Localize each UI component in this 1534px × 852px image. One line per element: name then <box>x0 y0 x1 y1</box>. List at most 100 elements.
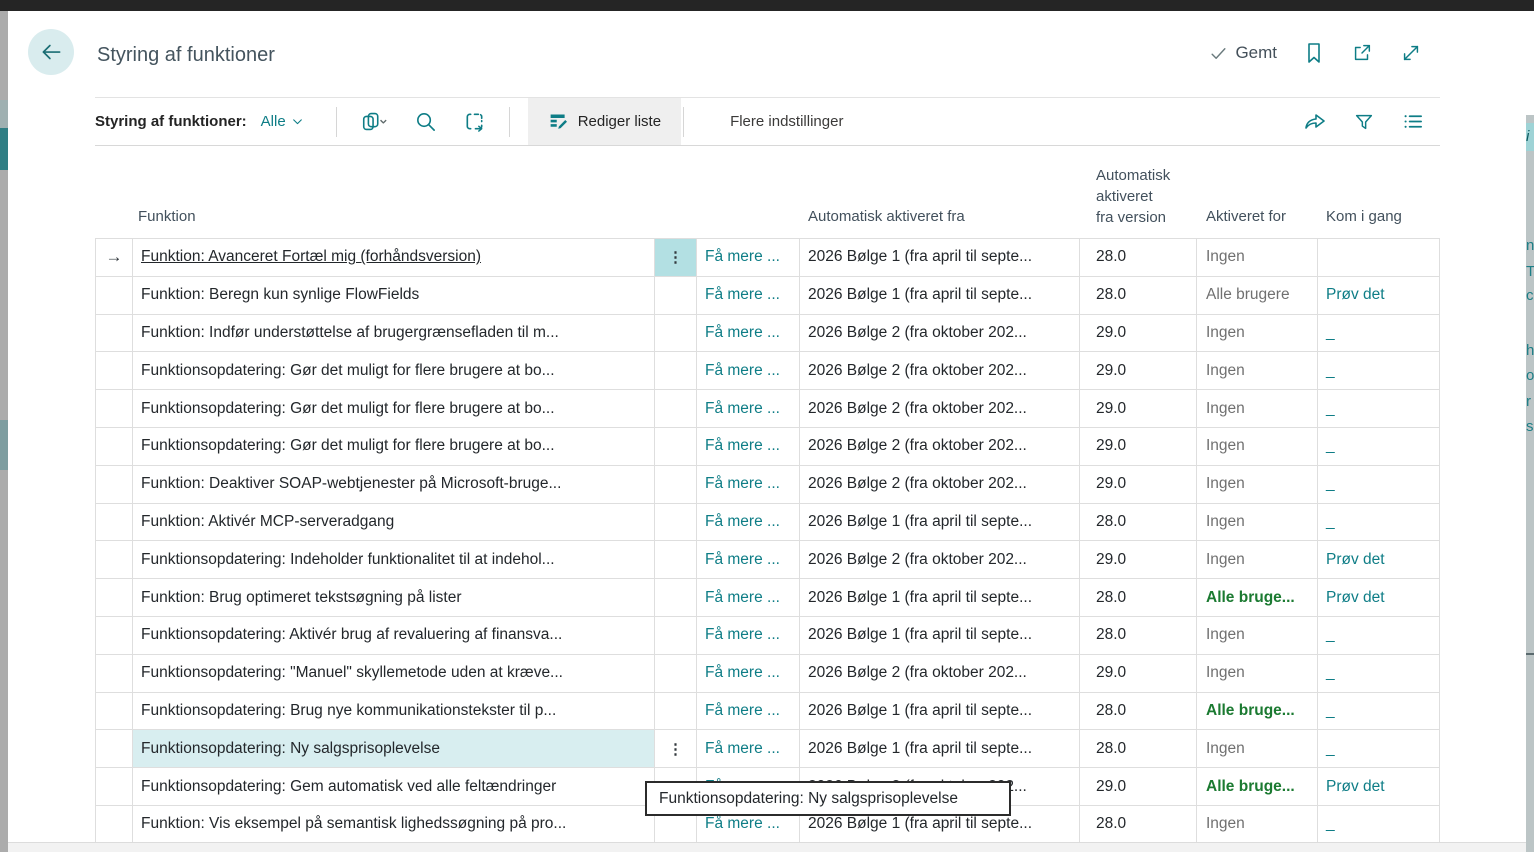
kom-i-gang-cell[interactable]: _ <box>1318 390 1440 427</box>
learn-more-link[interactable]: Få mere ... <box>705 437 780 455</box>
share-button[interactable] <box>1303 110 1327 134</box>
table-row[interactable]: Funktionsopdatering: Ny salgsprisoplevel… <box>95 730 1440 768</box>
views-button[interactable] <box>347 110 401 134</box>
row-selector-cell[interactable] <box>95 504 133 541</box>
funktion-cell[interactable]: Funktionsopdatering: Ny salgsprisoplevel… <box>133 730 655 767</box>
learn-more-cell[interactable]: Få mere ... <box>697 579 800 616</box>
learn-more-link[interactable]: Få mere ... <box>705 400 780 418</box>
learn-more-cell[interactable]: Få mere ... <box>697 352 800 389</box>
learn-more-cell[interactable]: Få mere ... <box>697 239 800 276</box>
funktion-cell[interactable]: Funktionsopdatering: Gør det muligt for … <box>133 352 655 389</box>
table-row[interactable]: Funktionsopdatering: Aktivér brug af rev… <box>95 617 1440 655</box>
table-row[interactable]: Funktionsopdatering: Indeholder funktion… <box>95 541 1440 579</box>
funktion-cell[interactable]: Funktionsopdatering: Gør det muligt for … <box>133 428 655 465</box>
kom-i-gang-cell[interactable]: _ <box>1318 315 1440 352</box>
learn-more-link[interactable]: Få mere ... <box>705 664 780 682</box>
kom-i-gang-placeholder[interactable]: _ <box>1326 324 1335 342</box>
kom-i-gang-placeholder[interactable]: _ <box>1326 740 1335 758</box>
table-row[interactable]: Funktion: Indfør understøttelse af bruge… <box>95 315 1440 353</box>
kom-i-gang-cell[interactable]: _ <box>1318 352 1440 389</box>
kom-i-gang-cell[interactable]: Prøv det <box>1318 541 1440 578</box>
kom-i-gang-cell[interactable]: Prøv det <box>1318 579 1440 616</box>
learn-more-link[interactable]: Få mere ... <box>705 702 780 720</box>
row-menu-cell[interactable]: ⋮ <box>655 730 697 767</box>
row-menu-cell[interactable]: ⋮ <box>655 239 697 276</box>
aktiveret-for-cell[interactable]: Alle brugere <box>1197 277 1318 314</box>
row-context-menu-icon[interactable]: ⋮ <box>668 740 683 758</box>
aktiveret-for-cell[interactable]: Ingen <box>1197 239 1318 276</box>
column-header-funktion[interactable]: Funktion <box>138 208 196 225</box>
funktion-link[interactable]: Funktionsopdatering: Gør det muligt for … <box>141 362 555 380</box>
table-row[interactable]: Funktionsopdatering: Brug nye kommunikat… <box>95 693 1440 731</box>
list-options-button[interactable] <box>1401 110 1424 133</box>
aktiveret-for-cell[interactable]: Ingen <box>1197 352 1318 389</box>
row-selector-cell[interactable] <box>95 617 133 654</box>
funktion-cell[interactable]: Funktion: Aktivér MCP-serveradgang <box>133 504 655 541</box>
bottom-scroll-strip[interactable] <box>8 842 1526 852</box>
aktiveret-for-cell[interactable]: Alle bruge... <box>1197 693 1318 730</box>
row-selector-cell[interactable] <box>95 806 133 843</box>
aktiveret-for-cell[interactable]: Alle bruge... <box>1197 579 1318 616</box>
kom-i-gang-cell[interactable]: _ <box>1318 693 1440 730</box>
aktiveret-for-cell[interactable]: Ingen <box>1197 390 1318 427</box>
funktion-cell[interactable]: Funktion: Brug optimeret tekstsøgning på… <box>133 579 655 616</box>
kom-i-gang-cell[interactable]: _ <box>1318 730 1440 767</box>
funktion-cell[interactable]: Funktionsopdatering: Indeholder funktion… <box>133 541 655 578</box>
learn-more-cell[interactable]: Få mere ... <box>697 541 800 578</box>
learn-more-cell[interactable]: Få mere ... <box>697 730 800 767</box>
row-selector-cell[interactable] <box>95 466 133 503</box>
row-selector-cell[interactable] <box>95 730 133 767</box>
funktion-link[interactable]: Funktionsopdatering: Gem automatisk ved … <box>141 778 556 796</box>
funktion-link[interactable]: Funktionsopdatering: Gør det muligt for … <box>141 400 555 418</box>
kom-i-gang-cell[interactable]: _ <box>1318 806 1440 843</box>
funktion-cell[interactable]: Funktionsopdatering: Gem automatisk ved … <box>133 768 655 805</box>
funktion-cell[interactable]: Funktionsopdatering: Brug nye kommunikat… <box>133 693 655 730</box>
filter-button[interactable] <box>1353 111 1375 133</box>
funktion-cell[interactable]: Funktion: Beregn kun synlige FlowFields <box>133 277 655 314</box>
funktion-link[interactable]: Funktion: Brug optimeret tekstsøgning på… <box>141 589 461 607</box>
aktiveret-for-cell[interactable]: Ingen <box>1197 504 1318 541</box>
table-row[interactable]: Funktion: Brug optimeret tekstsøgning på… <box>95 579 1440 617</box>
column-header-auto-aktiveret-fra[interactable]: Automatisk aktiveret fra <box>808 208 965 225</box>
kom-i-gang-cell[interactable]: Prøv det <box>1318 277 1440 314</box>
open-in-new-window-button[interactable] <box>1351 42 1373 64</box>
learn-more-link[interactable]: Få mere ... <box>705 740 780 758</box>
kom-i-gang-placeholder[interactable]: _ <box>1326 664 1335 682</box>
try-it-link[interactable]: Prøv det <box>1326 551 1385 569</box>
funktion-cell[interactable]: Funktionsopdatering: "Manuel" skyllemeto… <box>133 655 655 692</box>
row-selector-cell[interactable] <box>95 352 133 389</box>
table-row[interactable]: Funktionsopdatering: Gør det muligt for … <box>95 428 1440 466</box>
funktion-link[interactable]: Funktionsopdatering: Ny salgsprisoplevel… <box>141 740 440 758</box>
learn-more-link[interactable]: Få mere ... <box>705 815 780 833</box>
kom-i-gang-cell[interactable]: _ <box>1318 428 1440 465</box>
learn-more-cell[interactable]: Få mere ... <box>697 693 800 730</box>
kom-i-gang-placeholder[interactable]: _ <box>1326 400 1335 418</box>
funktion-link[interactable]: Funktion: Indfør understøttelse af bruge… <box>141 324 559 342</box>
row-selector-cell[interactable] <box>95 541 133 578</box>
learn-more-cell[interactable]: Få mere ... <box>697 466 800 503</box>
aktiveret-for-cell[interactable]: Ingen <box>1197 466 1318 503</box>
table-row[interactable]: Funktion: Aktivér MCP-serveradgangFå mer… <box>95 504 1440 542</box>
table-row[interactable]: Funktionsopdatering: Gør det muligt for … <box>95 390 1440 428</box>
learn-more-link[interactable]: Få mere ... <box>705 286 780 304</box>
learn-more-cell[interactable]: Få mere ... <box>697 655 800 692</box>
row-selector-cell[interactable] <box>95 277 133 314</box>
kom-i-gang-cell[interactable]: Prøv det <box>1318 768 1440 805</box>
learn-more-link[interactable]: Få mere ... <box>705 475 780 493</box>
table-row[interactable]: Funktionsopdatering: Gør det muligt for … <box>95 352 1440 390</box>
column-header-kom-i-gang[interactable]: Kom i gang <box>1326 208 1402 225</box>
kom-i-gang-placeholder[interactable]: _ <box>1326 475 1335 493</box>
learn-more-cell[interactable]: Få mere ... <box>697 277 800 314</box>
funktion-link[interactable]: Funktion: Avanceret Fortæl mig (forhånds… <box>141 248 481 266</box>
kom-i-gang-placeholder[interactable]: _ <box>1326 702 1335 720</box>
learn-more-link[interactable]: Få mere ... <box>705 589 780 607</box>
funktion-cell[interactable]: Funktion: Indfør understøttelse af bruge… <box>133 315 655 352</box>
table-row[interactable]: Funktionsopdatering: "Manuel" skyllemeto… <box>95 655 1440 693</box>
row-context-menu-icon[interactable]: ⋮ <box>668 248 683 266</box>
table-row[interactable]: →Funktion: Avanceret Fortæl mig (forhånd… <box>95 239 1440 277</box>
learn-more-link[interactable]: Få mere ... <box>705 362 780 380</box>
learn-more-cell[interactable]: Få mere ... <box>697 390 800 427</box>
row-selector-cell[interactable] <box>95 655 133 692</box>
kom-i-gang-cell[interactable]: _ <box>1318 504 1440 541</box>
funktion-link[interactable]: Funktionsopdatering: Gør det muligt for … <box>141 437 555 455</box>
